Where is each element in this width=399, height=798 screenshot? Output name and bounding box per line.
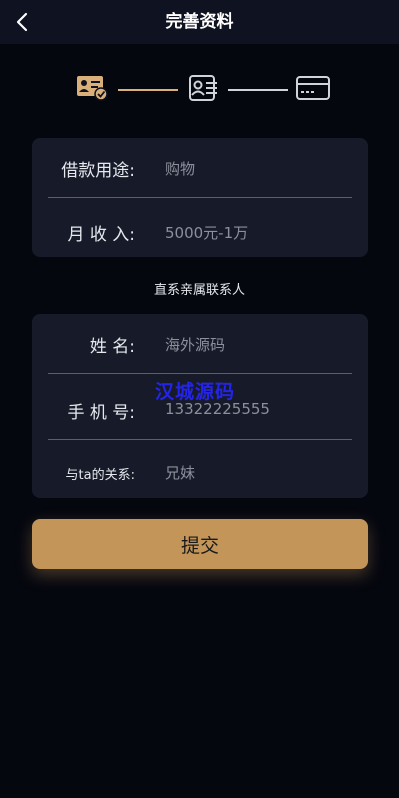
loan-purpose-value[interactable]: 购物 [165,158,195,179]
header-bar: 完善资料 [0,0,399,44]
loan-purpose-label: 借款用途: [61,161,135,181]
contact-name-row[interactable]: 姓 名: 海外源码 [32,314,368,373]
id-card-check-icon [74,70,110,106]
contact-relation-label: 与ta的关系: [65,468,135,483]
contact-info-card: 姓 名: 海外源码 手 机 号: 13322225555 与ta的关系: 兄妹 [32,314,368,498]
contact-list-icon [185,70,221,106]
step-indicator [0,70,399,110]
contact-name-label: 姓 名: [89,337,135,357]
bank-card-icon [295,70,331,106]
submit-button[interactable]: 提交 [32,519,368,569]
contact-name-value[interactable]: 海外源码 [165,334,225,355]
watermark-text: 汉城源码 [155,381,236,403]
page-title: 完善资料 [165,12,234,32]
monthly-income-value[interactable]: 5000元-1万 [165,222,248,243]
contact-section-title: 直系亲属联系人 [153,283,245,298]
contact-phone-label: 手 机 号: [67,403,135,423]
contact-relation-row[interactable]: 与ta的关系: 兄妹 [32,440,368,498]
contact-relation-value[interactable]: 兄妹 [165,462,195,483]
step-connector-2 [228,89,288,91]
monthly-income-row[interactable]: 月 收 入: 5000元-1万 [32,198,368,257]
monthly-income-label: 月 收 入: [67,225,135,245]
step-connector-1 [118,89,178,91]
loan-purpose-row[interactable]: 借款用途: 购物 [32,138,368,197]
loan-info-card: 借款用途: 购物 月 收 入: 5000元-1万 [32,138,368,257]
